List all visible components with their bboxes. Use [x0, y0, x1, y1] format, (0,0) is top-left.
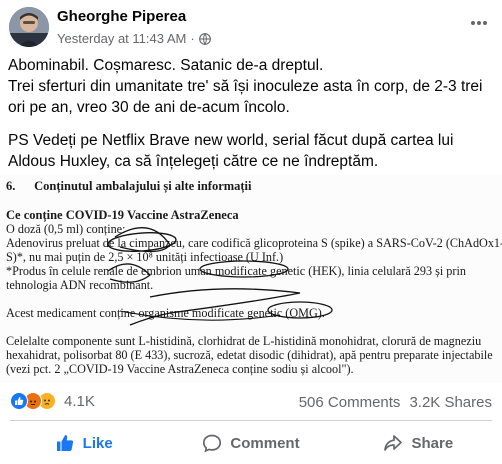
like-icon	[55, 433, 75, 453]
post-message: Abominabil. Coșmaresc. Satanic de-a drep…	[8, 55, 498, 184]
globe-icon[interactable]	[198, 32, 211, 45]
like-button[interactable]: Like	[0, 424, 167, 462]
like-reaction-icon	[10, 392, 28, 410]
actions-divider	[10, 420, 492, 421]
post-meta: Yesterday at 11:43 AM ·	[57, 31, 211, 46]
more-options-icon	[471, 21, 487, 25]
post-stats-bar: 4.1K 506 Comments 3.2K Shares	[0, 390, 502, 414]
post-header: Gheorghe Piperea Yesterday at 11:43 AM ·	[9, 5, 489, 49]
share-label: Share	[411, 434, 454, 452]
like-label: Like	[82, 434, 113, 452]
attached-document-image[interactable]: 6. Conținutul ambalajului și alte inform…	[0, 175, 502, 383]
post-actions-bar: Like Comment Share	[0, 424, 502, 462]
comment-button[interactable]: Comment	[167, 424, 334, 462]
engagement-counts: 506 Comments 3.2K Shares	[299, 394, 492, 411]
post-timestamp[interactable]: Yesterday at 11:43 AM	[57, 31, 186, 46]
meta-separator: ·	[190, 31, 195, 46]
facebook-post: Gheorghe Piperea Yesterday at 11:43 AM ·…	[0, 0, 502, 464]
post-paragraph-2: PS Vedeți pe Netflix Brave new world, se…	[8, 132, 457, 170]
comments-count[interactable]: 506 Comments	[299, 394, 401, 411]
shares-count[interactable]: 3.2K Shares	[409, 394, 492, 411]
share-button[interactable]: Share	[335, 424, 502, 462]
more-options-button[interactable]	[465, 9, 493, 37]
comment-label: Comment	[230, 434, 300, 452]
share-icon	[383, 433, 403, 453]
author-avatar[interactable]	[9, 7, 49, 47]
handwritten-annotations	[107, 227, 333, 326]
author-name[interactable]: Gheorghe Piperea	[57, 8, 186, 25]
post-paragraph-1: Abominabil. Coșmaresc. Satanic de-a drep…	[8, 57, 483, 116]
reactions-summary[interactable]: 4.1K	[10, 392, 95, 410]
reaction-count: 4.1K	[64, 392, 95, 410]
comment-icon	[202, 433, 222, 453]
